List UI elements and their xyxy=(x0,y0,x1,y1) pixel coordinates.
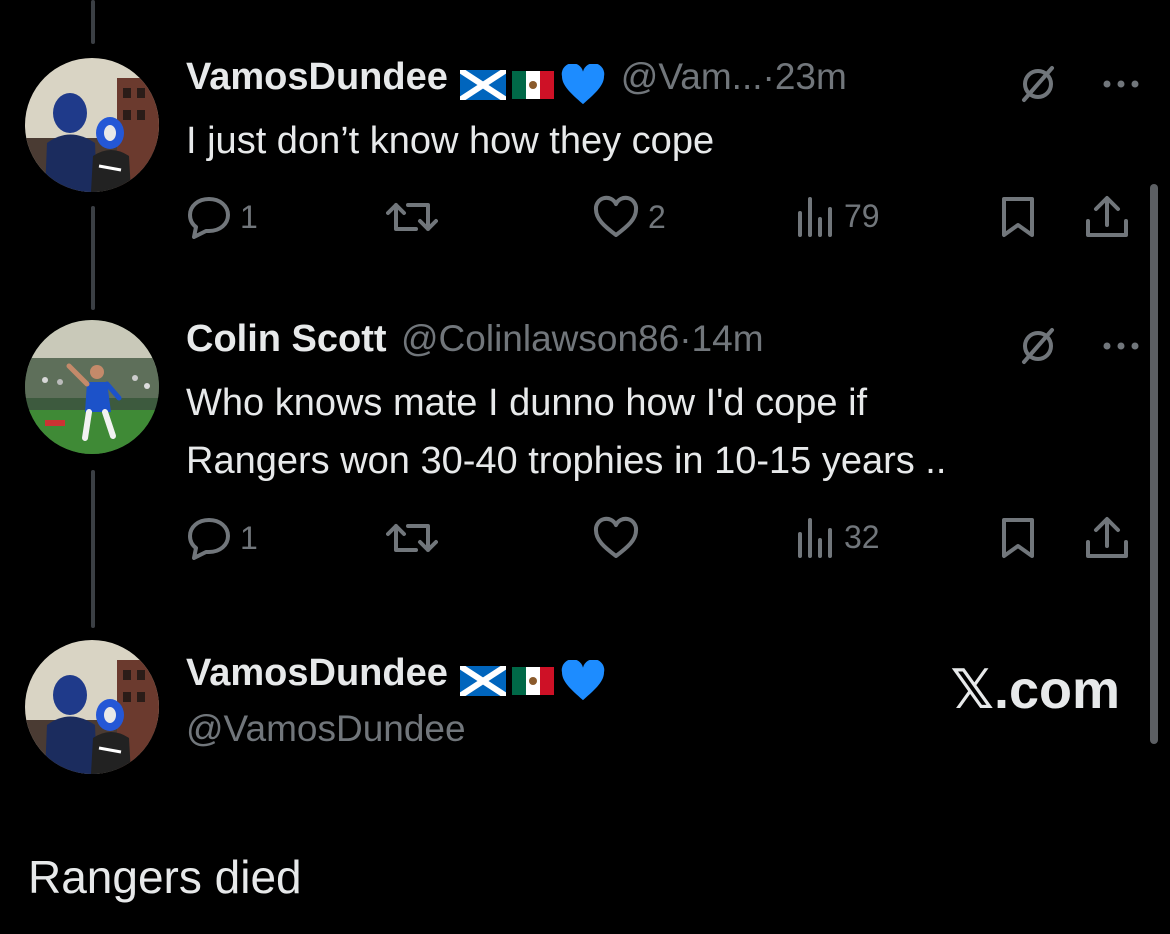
more-icon[interactable] xyxy=(1102,341,1140,351)
more-icon[interactable] xyxy=(1102,79,1140,89)
views-count: 32 xyxy=(844,518,880,555)
tweet[interactable]: Colin Scott @Colinlawson86·14m Who knows… xyxy=(186,318,1140,578)
thread-line-top xyxy=(91,0,95,44)
views-count: 79 xyxy=(844,197,880,234)
tweet-actions: 1 32 xyxy=(186,516,1140,566)
timestamp[interactable]: 23m xyxy=(775,56,847,97)
reply-icon xyxy=(188,518,230,560)
thread-line-2 xyxy=(91,470,95,628)
like-button[interactable]: 2 xyxy=(592,195,666,239)
retweet-button[interactable] xyxy=(386,195,446,239)
reply-button[interactable]: 1 xyxy=(186,195,258,239)
separator: · xyxy=(679,318,692,359)
display-name[interactable]: VamosDundee xyxy=(186,652,448,694)
handle[interactable]: @Vam... xyxy=(621,56,763,97)
grok-icon[interactable] xyxy=(1018,326,1058,366)
mexico-flag-icon xyxy=(512,70,555,99)
avatar[interactable] xyxy=(25,58,159,192)
avatar[interactable] xyxy=(25,640,159,774)
timestamp[interactable]: 14m xyxy=(692,318,764,359)
share-button[interactable] xyxy=(1084,516,1130,560)
display-name[interactable]: VamosDundee xyxy=(186,56,448,98)
reply-count: 1 xyxy=(240,519,258,556)
share-icon xyxy=(1086,517,1128,558)
blue-heart-icon xyxy=(562,659,605,700)
grok-icon[interactable] xyxy=(1018,64,1058,104)
views-icon xyxy=(798,197,832,237)
scotland-flag-icon xyxy=(460,69,507,100)
like-icon xyxy=(593,195,639,237)
reply-button[interactable]: 1 xyxy=(186,516,258,560)
tweet-text: I just don’t know how they cope xyxy=(186,120,715,162)
thread-line-1 xyxy=(91,206,95,310)
mexico-flag-icon xyxy=(512,666,555,695)
views-button[interactable]: 79 xyxy=(796,195,880,237)
like-icon xyxy=(593,516,639,558)
display-name[interactable]: Colin Scott xyxy=(186,318,387,360)
name-emojis xyxy=(460,659,606,702)
reply-icon xyxy=(188,197,230,239)
views-button[interactable]: 32 xyxy=(796,516,880,558)
retweet-button[interactable] xyxy=(386,516,446,560)
brand-label: 𝕏.com xyxy=(950,660,1120,720)
name-emojis xyxy=(460,63,606,106)
retweet-icon xyxy=(386,203,438,231)
tweet[interactable]: VamosDundee @Vam...·23m I just don’t kno… xyxy=(186,56,1140,256)
main-tweet-text: Rangers died xyxy=(28,851,302,903)
blue-heart-icon xyxy=(562,63,605,104)
bookmark-button[interactable] xyxy=(998,516,1038,560)
tweet-text-line-1: Who knows mate I dunno how I'd cope if xyxy=(186,382,868,424)
views-icon xyxy=(798,518,832,558)
handle[interactable]: @VamosDundee xyxy=(186,708,466,750)
header-actions xyxy=(1018,56,1140,112)
share-button[interactable] xyxy=(1084,195,1130,239)
avatar[interactable] xyxy=(25,320,159,454)
bookmark-icon xyxy=(1002,197,1034,237)
like-button[interactable] xyxy=(592,516,648,560)
like-count: 2 xyxy=(648,198,666,235)
bookmark-button[interactable] xyxy=(998,195,1038,239)
handle[interactable]: @Colinlawson86 xyxy=(401,318,679,359)
header-actions xyxy=(1018,318,1140,374)
tweet-header: VamosDundee @Vam...·23m xyxy=(186,56,1140,116)
tweet-header: Colin Scott @Colinlawson86·14m xyxy=(186,318,1140,378)
scrollbar[interactable] xyxy=(1150,184,1158,744)
scotland-flag-icon xyxy=(460,665,507,696)
tweet-text-line-2: Rangers won 30-40 trophies in 10-15 year… xyxy=(186,440,947,482)
reply-count: 1 xyxy=(240,198,258,235)
share-icon xyxy=(1086,196,1128,237)
tweet-actions: 1 2 79 xyxy=(186,195,1140,245)
bookmark-icon xyxy=(1002,518,1034,558)
separator: · xyxy=(762,56,775,97)
retweet-icon xyxy=(386,524,438,552)
